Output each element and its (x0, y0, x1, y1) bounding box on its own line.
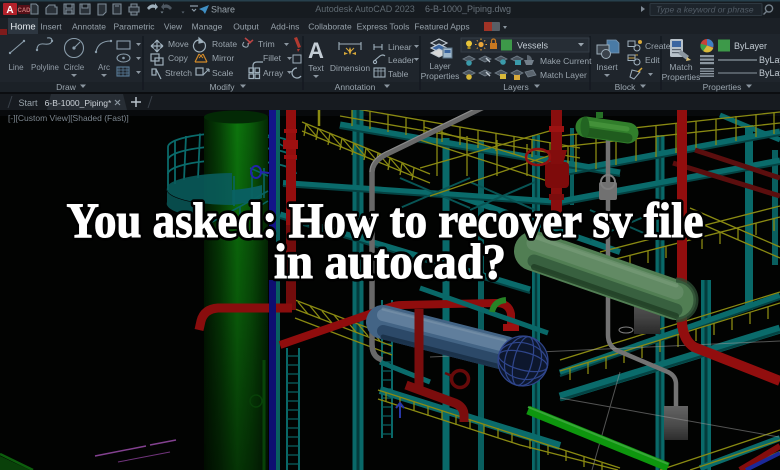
svg-text:Annotate: Annotate (72, 22, 106, 32)
svg-text:Layer: Layer (429, 61, 450, 71)
svg-text:Share: Share (211, 5, 235, 15)
svg-text:ByLayer: ByLayer (734, 41, 767, 51)
svg-text:Parametric: Parametric (113, 22, 155, 32)
svg-text:Annotation: Annotation (335, 82, 376, 92)
svg-text:Add-ins: Add-ins (271, 22, 300, 32)
svg-text:Scale: Scale (212, 68, 234, 78)
svg-text:Trim: Trim (258, 39, 275, 49)
svg-text:Block: Block (615, 82, 637, 92)
svg-text:Collaborate: Collaborate (308, 22, 352, 32)
svg-text:ByLay: ByLay (759, 68, 780, 78)
svg-text:Dimension: Dimension (330, 63, 370, 73)
svg-text:Edit: Edit (645, 55, 660, 65)
svg-text:CAD: CAD (18, 8, 32, 14)
svg-text:Arc: Arc (98, 63, 110, 72)
svg-text:6-B-1000_Piping.dwg: 6-B-1000_Piping.dwg (425, 4, 511, 14)
svg-text:Leader: Leader (388, 55, 415, 65)
svg-text:ByLay: ByLay (759, 55, 780, 65)
svg-text:Modify: Modify (209, 82, 235, 92)
svg-text:Array: Array (263, 68, 284, 78)
svg-text:Fillet: Fillet (263, 53, 282, 63)
svg-text:Autodesk AutoCAD 2023: Autodesk AutoCAD 2023 (315, 4, 415, 14)
svg-text:View: View (164, 22, 183, 32)
svg-text:Move: Move (168, 39, 189, 49)
svg-text:Match: Match (669, 62, 692, 72)
svg-text:Home: Home (10, 22, 35, 33)
svg-text:Match Layer: Match Layer (540, 70, 587, 80)
svg-text:Properties: Properties (703, 82, 742, 92)
svg-text:Circle: Circle (64, 63, 85, 72)
svg-text:Rotate: Rotate (212, 39, 237, 49)
svg-text:Text: Text (308, 63, 324, 73)
svg-text:Insert: Insert (40, 22, 62, 32)
svg-text:Linear: Linear (388, 42, 412, 52)
svg-text:Layers: Layers (503, 82, 529, 92)
svg-text:Vessels: Vessels (517, 41, 549, 51)
svg-text:Stretch: Stretch (165, 68, 192, 78)
svg-text:Type a keyword or phrase: Type a keyword or phrase (656, 5, 754, 15)
svg-text:A: A (308, 38, 324, 63)
svg-text:Manage: Manage (192, 22, 223, 32)
svg-text:Copy: Copy (168, 53, 189, 63)
svg-text:6-B-1000_Piping*: 6-B-1000_Piping* (45, 98, 112, 108)
svg-text:Featured Apps: Featured Apps (414, 22, 469, 32)
svg-text:Make Current: Make Current (540, 56, 592, 66)
svg-text:Draw: Draw (56, 82, 77, 92)
svg-text:Start: Start (18, 98, 38, 108)
svg-text:Table: Table (388, 69, 409, 79)
svg-text:Output: Output (233, 22, 259, 32)
svg-text:Polyline: Polyline (31, 63, 60, 72)
svg-text:Express Tools: Express Tools (357, 22, 410, 32)
svg-text:Mirror: Mirror (212, 53, 234, 63)
svg-text:Properties: Properties (662, 72, 701, 82)
svg-text:Create: Create (645, 41, 671, 51)
svg-text:Line: Line (8, 63, 24, 72)
svg-text:[-][Custom View][Shaded (Fast): [-][Custom View][Shaded (Fast)] (8, 113, 129, 123)
svg-text:A: A (6, 5, 13, 16)
svg-text:Properties: Properties (421, 71, 460, 81)
svg-text:in autocad?: in autocad? (274, 233, 506, 289)
svg-text:Insert: Insert (596, 62, 618, 72)
